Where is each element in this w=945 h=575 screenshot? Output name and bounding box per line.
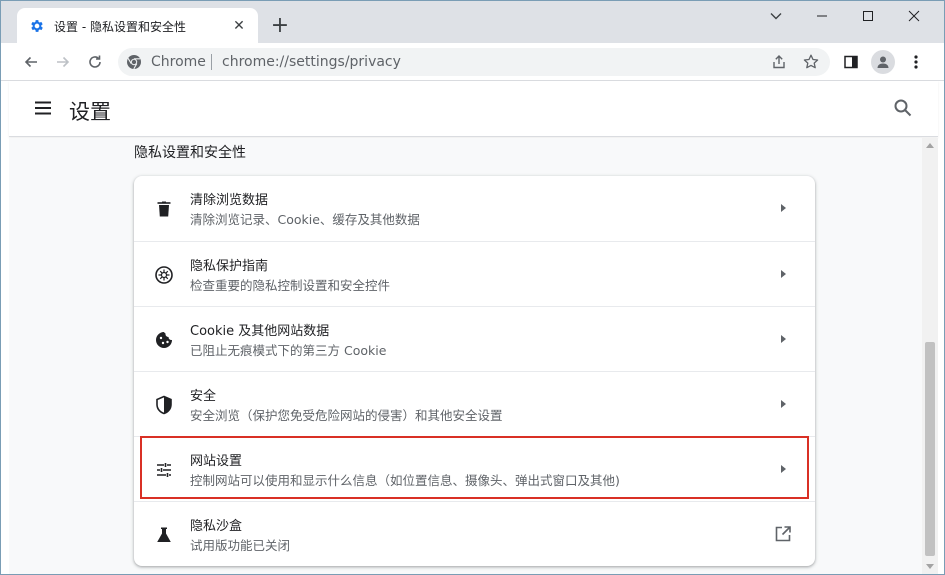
address-bar[interactable]: Chrome chrome://settings/privacy (118, 48, 830, 76)
row-title: 隐私沙盒 (190, 519, 243, 534)
compass-icon (155, 266, 173, 284)
arrow-right-icon (781, 400, 786, 408)
side-panel-button[interactable] (838, 49, 864, 75)
flask-icon (157, 527, 171, 542)
content-scrollbar[interactable] (922, 138, 938, 574)
chrome-logo-icon (127, 55, 141, 70)
arrow-right-icon (781, 204, 786, 212)
section-title: 隐私设置和安全性 (134, 145, 246, 161)
row-subtitle: 已阻止无痕模式下的第三方 Cookie (190, 343, 387, 358)
row-clear-browsing-data[interactable]: 清除浏览数据 清除浏览记录、Cookie、缓存及其他数据 (134, 176, 815, 241)
tab-title: 设置 - 隐私设置和安全性 (54, 20, 186, 34)
reload-button[interactable] (82, 49, 108, 75)
side-panel-icon (844, 55, 858, 69)
row-privacy-guide[interactable]: 隐私保护指南 检查重要的隐私控制设置和安全控件 (134, 241, 815, 306)
arrow-right-icon (57, 56, 70, 68)
settings-content: 隐私设置和安全性 清除浏览数据 清除浏览记录、Cookie、缓存及其他数据 隐私… (9, 138, 922, 574)
forward-button[interactable] (50, 49, 76, 75)
minimize-icon (817, 15, 827, 17)
chrome-menu-button[interactable] (903, 49, 929, 75)
bookmark-star-icon[interactable] (802, 53, 820, 71)
scroll-up-arrow-icon[interactable] (926, 143, 934, 148)
row-subtitle: 安全浏览（保护您免受危险网站的侵害）和其他安全设置 (190, 408, 503, 423)
omnibox-url[interactable]: chrome://settings/privacy (222, 54, 401, 70)
row-subtitle: 控制网站可以使用和显示什么信息（如位置信息、摄像头、弹出式窗口及其他) (190, 473, 620, 488)
page-title: 设置 (69, 100, 111, 124)
arrow-left-icon (24, 56, 37, 68)
tab-strip: 设置 - 隐私设置和安全性 ✕ + (1, 1, 944, 43)
new-tab-button[interactable]: + (269, 15, 291, 37)
reload-icon (89, 55, 101, 68)
cookie-icon (156, 332, 172, 348)
row-title: Cookie 及其他网站数据 (190, 324, 330, 339)
sliders-icon (157, 463, 171, 477)
scroll-down-arrow-icon[interactable] (926, 564, 934, 569)
minimize-button[interactable] (799, 1, 845, 31)
tab-close-icon[interactable]: ✕ (230, 17, 248, 35)
tab-settings-privacy[interactable]: 设置 - 隐私设置和安全性 ✕ (17, 8, 258, 43)
close-icon (908, 10, 920, 22)
row-title: 网站设置 (190, 454, 243, 469)
browser-window: 设置 - 隐私设置和安全性 ✕ + Chrome chrome://settin… (0, 0, 945, 575)
row-privacy-sandbox[interactable]: 隐私沙盒 试用版功能已关闭 (134, 501, 815, 566)
omnibox-separator (211, 54, 212, 70)
row-site-settings[interactable]: 网站设置 控制网站可以使用和显示什么信息（如位置信息、摄像头、弹出式窗口及其他) (134, 436, 815, 501)
browser-toolbar: Chrome chrome://settings/privacy (1, 43, 944, 81)
arrow-right-icon (781, 335, 786, 343)
close-window-button[interactable] (891, 1, 937, 31)
tab-search-button[interactable] (753, 1, 799, 31)
scrollbar-thumb[interactable] (925, 342, 935, 556)
search-icon[interactable] (893, 98, 913, 118)
arrow-right-icon (781, 270, 786, 278)
maximize-icon (863, 11, 873, 21)
shield-icon (156, 395, 172, 415)
external-link-icon (775, 526, 791, 542)
person-icon (877, 56, 889, 68)
row-cookies[interactable]: Cookie 及其他网站数据 已阻止无痕模式下的第三方 Cookie (134, 306, 815, 371)
row-title: 隐私保护指南 (190, 259, 269, 274)
row-subtitle: 检查重要的隐私控制设置和安全控件 (190, 278, 391, 293)
omnibox-chip: Chrome (151, 54, 206, 70)
settings-header: 设置 (9, 81, 938, 137)
settings-gear-icon (31, 20, 43, 32)
share-icon[interactable] (770, 53, 788, 71)
arrow-right-icon (781, 465, 786, 473)
profile-avatar[interactable] (871, 50, 895, 74)
hamburger-menu-icon[interactable] (33, 98, 53, 118)
privacy-card: 清除浏览数据 清除浏览记录、Cookie、缓存及其他数据 隐私保护指南 检查重要… (134, 176, 815, 566)
trash-icon (157, 201, 171, 217)
chevron-down-icon (770, 13, 782, 20)
row-security[interactable]: 安全 安全浏览（保护您免受危险网站的侵害）和其他安全设置 (134, 371, 815, 436)
maximize-button[interactable] (845, 1, 891, 31)
row-title: 安全 (190, 389, 217, 404)
kebab-menu-icon (914, 55, 918, 69)
row-subtitle: 试用版功能已关闭 (190, 538, 291, 553)
back-button[interactable] (18, 49, 44, 75)
row-subtitle: 清除浏览记录、Cookie、缓存及其他数据 (190, 212, 420, 227)
row-title: 清除浏览数据 (190, 193, 269, 208)
